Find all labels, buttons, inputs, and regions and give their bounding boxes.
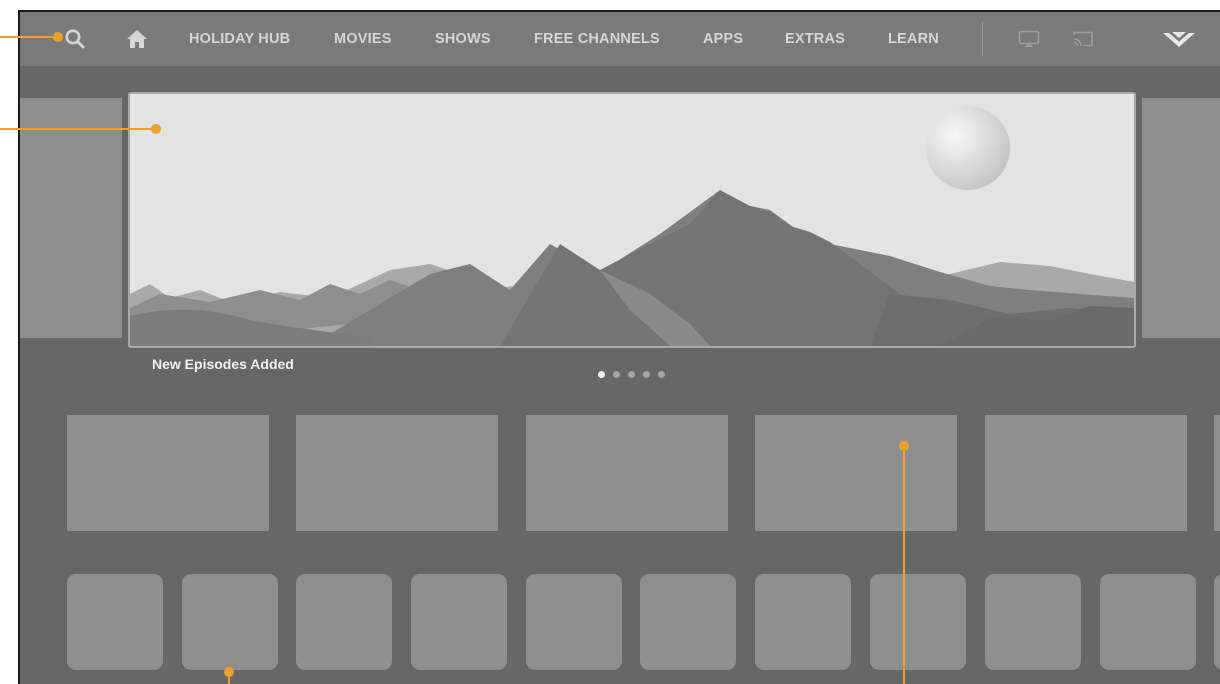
app-tile[interactable] <box>640 574 736 670</box>
nav-item-learn[interactable]: LEARN <box>888 12 939 66</box>
nav-item-extras[interactable]: EXTRAS <box>785 12 845 66</box>
callout-dot-app-tile <box>224 667 234 677</box>
home-icon[interactable] <box>126 29 148 49</box>
content-tile[interactable] <box>985 415 1187 531</box>
nav-item-movies[interactable]: MOVIES <box>334 12 392 66</box>
cast-icon[interactable] <box>1072 30 1094 48</box>
nav-item-free-channels[interactable]: FREE CHANNELS <box>534 12 660 66</box>
app-tile[interactable] <box>182 574 278 670</box>
hero-mountain-image <box>130 94 1134 346</box>
app-tile[interactable] <box>1100 574 1196 670</box>
hero-banner[interactable] <box>128 92 1136 348</box>
content-tile[interactable] <box>526 415 728 531</box>
app-screen: HOLIDAY HUB MOVIES SHOWS FREE CHANNELS A… <box>18 10 1220 684</box>
app-tile[interactable] <box>1214 574 1220 670</box>
carousel-dot[interactable] <box>613 371 620 378</box>
nav-item-shows[interactable]: SHOWS <box>435 12 491 66</box>
callout-line-search <box>0 36 58 38</box>
nav-item-apps[interactable]: APPS <box>703 12 743 66</box>
airplay-icon[interactable] <box>1018 30 1040 48</box>
hero-title: New Episodes Added <box>152 356 294 372</box>
carousel-dot[interactable] <box>643 371 650 378</box>
app-tile[interactable] <box>755 574 851 670</box>
carousel-prev-card[interactable] <box>20 98 122 338</box>
nav-item-holiday-hub[interactable]: HOLIDAY HUB <box>189 12 290 66</box>
nav-divider <box>982 22 983 56</box>
callout-dot-search <box>53 32 63 42</box>
content-tile[interactable] <box>755 415 957 531</box>
carousel-dot[interactable] <box>598 371 605 378</box>
callout-dot-hero <box>151 124 161 134</box>
app-tile[interactable] <box>296 574 392 670</box>
vizio-logo-icon[interactable] <box>1162 29 1196 49</box>
content-tile[interactable] <box>67 415 269 531</box>
app-tile[interactable] <box>985 574 1081 670</box>
content-tile[interactable] <box>1214 415 1220 531</box>
callout-line-content-tile <box>903 446 905 684</box>
top-nav-bar: HOLIDAY HUB MOVIES SHOWS FREE CHANNELS A… <box>20 12 1220 66</box>
carousel-dot[interactable] <box>658 371 665 378</box>
carousel-pagination <box>598 371 673 379</box>
content-tile[interactable] <box>296 415 498 531</box>
carousel-dot[interactable] <box>628 371 635 378</box>
app-tile[interactable] <box>411 574 507 670</box>
app-tile[interactable] <box>67 574 163 670</box>
carousel-next-card[interactable] <box>1142 98 1220 338</box>
search-icon[interactable] <box>64 28 86 50</box>
callout-line-hero <box>0 128 156 130</box>
callout-dot-content-tile <box>899 441 909 451</box>
app-tile[interactable] <box>526 574 622 670</box>
app-tile[interactable] <box>870 574 966 670</box>
